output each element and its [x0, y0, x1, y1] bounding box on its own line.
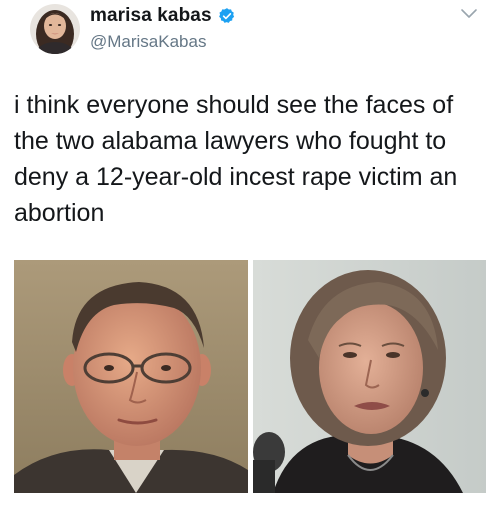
- man-portrait-image: [14, 260, 248, 493]
- tweet-text: i think everyone should see the faces of…: [14, 91, 458, 227]
- avatar[interactable]: [30, 4, 80, 54]
- media-grid: [14, 260, 486, 493]
- woman-portrait-image: [252, 260, 486, 493]
- photo-left[interactable]: [14, 260, 248, 493]
- display-name[interactable]: marisa kabas: [90, 5, 212, 27]
- avatar-image: [30, 4, 80, 54]
- author-info: marisa kabas @MarisaKabas: [90, 4, 236, 52]
- chevron-down-icon[interactable]: [458, 6, 480, 22]
- photo-right[interactable]: [252, 260, 486, 493]
- tweet-card: marisa kabas @MarisaKabas i think everyo…: [0, 0, 500, 518]
- verified-badge-icon: [218, 7, 236, 25]
- handle[interactable]: @MarisaKabas: [90, 32, 236, 52]
- name-row: marisa kabas: [90, 4, 236, 28]
